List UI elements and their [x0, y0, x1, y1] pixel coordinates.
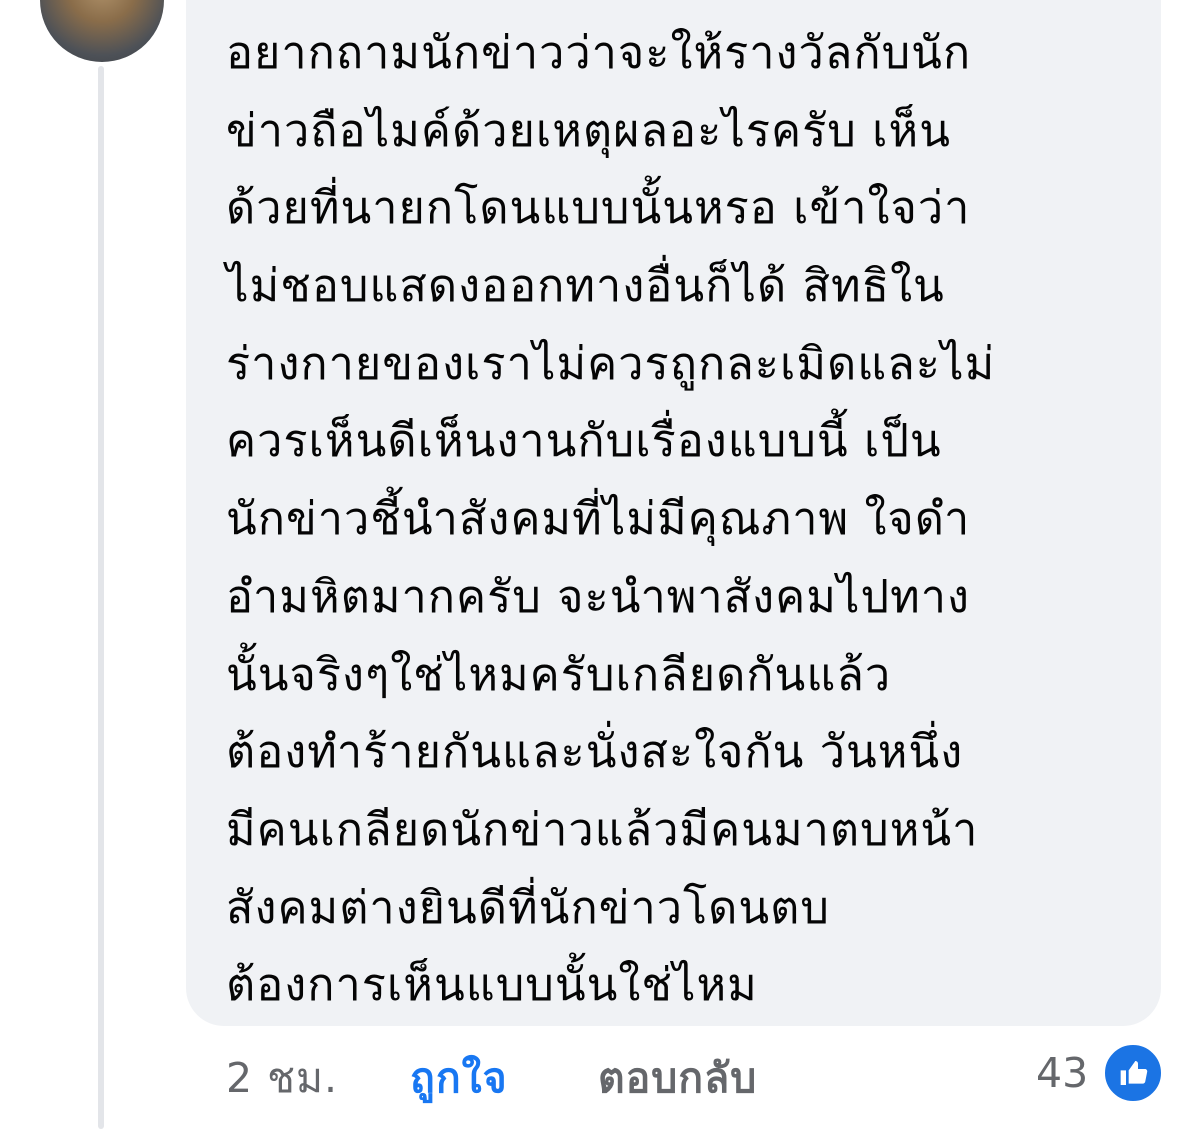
comment-line: ร่างกายของเราไม่ควรถูกละเมิดและไม่ [226, 336, 996, 390]
comment-line: ควรเห็นดีเห็นงานกับเรื่องแบบนี้ เป็น [226, 414, 942, 468]
reply-thread-line [98, 66, 104, 1129]
comment-line: มีคนเกลียดนักข่าวแล้วมีคนมาตบหน้า [226, 802, 979, 856]
thumbs-up-icon[interactable] [1102, 1042, 1164, 1104]
comment-line: ไม่ชอบแสดงออกทางอื่นก็ได้ สิทธิใน [226, 259, 945, 313]
reaction-count[interactable]: 43 [1036, 1042, 1088, 1104]
comment-line: อยากถามนักข่าวว่าจะให้รางวัลกับนัก [226, 26, 972, 79]
comment-timestamp[interactable]: 2 ชม. [226, 1047, 338, 1109]
thumbs-up-glyph [1120, 1061, 1148, 1085]
comment-line: อำมหิตมากครับ จะนำพาสังคมไปทาง [226, 569, 970, 623]
comment-text: อยากถามนักข่าวว่าจะให้รางวัลกับนัก ข่าวถ… [226, 14, 1146, 1024]
comment-line: นักข่าวชี้นำสังคมที่ไม่มีคุณภาพ ใจดำ [226, 492, 971, 546]
comment-line: ข่าวถือไมค์ด้วยเหตุผลอะไรครับ เห็น [226, 103, 951, 157]
reply-button[interactable]: ตอบกลับ [598, 1047, 757, 1109]
comment-line: ต้องการเห็นแบบนั้นใช่ไหม [226, 958, 758, 1012]
comment-line: นั้นจริงๆใช่ไหมครับเกลียดกันแล้ว [226, 647, 892, 701]
comment-line: ด้วยที่นายกโดนแบบนั้นหรอ เข้าใจว่า [226, 181, 971, 235]
comment-line: สังคมต่างยินดีที่นักข่าวโดนตบ [226, 880, 830, 934]
like-button[interactable]: ถูกใจ [410, 1047, 508, 1109]
comment-line: ต้องทำร้ายกันและนั่งสะใจกัน วันหนึ่ง [226, 725, 964, 779]
commenter-avatar[interactable] [40, 0, 164, 62]
